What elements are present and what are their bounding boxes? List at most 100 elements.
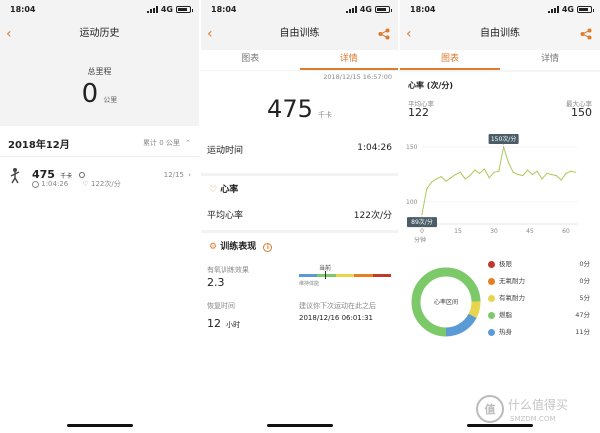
hr-point — [512, 171, 514, 173]
tab-details[interactable]: 详情 — [500, 50, 600, 70]
donut-center-label: 心率区间 — [434, 298, 458, 306]
scale-marker — [325, 271, 326, 279]
hr-point — [426, 188, 428, 190]
workout-timestamp: 2018/12/15 16:57:00 — [323, 73, 392, 81]
hr-point — [541, 178, 543, 180]
month-total[interactable]: 累计 0 公里 ⌃ — [143, 138, 191, 148]
hr-point — [527, 169, 529, 171]
peak-callout-label: 150次/分 — [491, 135, 516, 143]
tab-details[interactable]: 详情 — [299, 50, 398, 70]
zone-color-dot — [488, 260, 495, 268]
zone-name: 燃脂 — [499, 311, 512, 319]
back-icon[interactable]: ‹ — [207, 22, 213, 46]
hr-point — [536, 170, 538, 172]
record-row[interactable]: 475 千卡 1:04:26 ♡ 122次/分 12/15 › — [0, 156, 199, 200]
tab-chart[interactable]: 图表 — [400, 50, 500, 70]
clock-icon — [32, 180, 39, 188]
watch-icon — [79, 172, 86, 178]
recovery-label: 恢复时间 — [207, 302, 235, 310]
hr-point — [507, 161, 509, 163]
hr-point — [565, 172, 567, 174]
zone-row: 有氧耐力 5分 — [488, 292, 590, 309]
hr-point — [570, 170, 572, 172]
avg-hr-value: 122次/分 — [353, 211, 392, 221]
aerobic-scale: 当前 维持体能 — [299, 263, 392, 287]
back-icon[interactable]: ‹ — [406, 22, 412, 46]
share-icon[interactable] — [580, 28, 592, 40]
duration-value: 1:04:26 — [357, 143, 392, 153]
back-icon[interactable]: ‹ — [6, 22, 12, 46]
zone-color-dot — [488, 277, 495, 285]
home-indicator — [266, 424, 333, 427]
hr-point — [445, 180, 447, 182]
nav-bar: ‹ 自由训练 — [400, 22, 600, 46]
heart-rate-chart: 150 100 0 15 30 45 60 150次/分 89次/分 — [406, 134, 578, 235]
page-title: 自由训练 — [279, 28, 320, 39]
aerobic-value: 2.3 — [207, 276, 225, 289]
hr-point — [551, 173, 553, 176]
total-label: 总里程 — [87, 67, 112, 76]
share-icon[interactable] — [378, 28, 390, 40]
clock: 18:04 — [410, 5, 436, 14]
page-title: 运动历史 — [79, 28, 120, 39]
recovery-unit: 小时 — [226, 321, 241, 329]
hr-point — [431, 181, 433, 183]
total-unit: 公里 — [103, 96, 118, 104]
heart-rate-icon: ♡ — [209, 185, 218, 195]
nav-bar: ‹ 自由训练 — [201, 22, 398, 46]
summary-card: 2018/12/15 16:57:00 475 千卡 运动时间 1:04:26 — [201, 71, 398, 173]
zone-name: 有氧耐力 — [499, 294, 525, 302]
battery-icon — [176, 6, 193, 13]
detail-screen: 18:04 4G ‹ 自由训练 图表 详情 2018/12/15 16:57:0… — [201, 0, 398, 433]
signal-icon — [146, 6, 158, 13]
hr-point — [464, 178, 466, 180]
running-icon — [10, 168, 20, 184]
x-tick-label: 60 — [562, 228, 570, 235]
y-tick-label: 150 — [406, 144, 418, 151]
zone-minutes: 0分 — [579, 277, 590, 285]
battery-icon — [375, 6, 392, 13]
calories-unit: 千卡 — [317, 111, 332, 119]
x-tick-label: 0 — [420, 228, 424, 235]
record-duration: 1:04:26 — [41, 180, 69, 188]
hr-point — [531, 173, 533, 176]
hr-point — [483, 168, 485, 170]
watermark-logo: 值 什么值得买 SMZDM.COM — [476, 395, 568, 423]
tab-chart[interactable]: 图表 — [201, 50, 300, 70]
hr-point — [459, 171, 461, 173]
total-distance: 总里程 0 公里 — [0, 66, 199, 109]
max-hr-value: 150 — [571, 106, 592, 119]
chevron-right-icon: › — [188, 171, 191, 179]
avg-hr-value: 122 — [408, 106, 429, 119]
total-value: 0 — [81, 79, 99, 109]
history-screen: 18:04 4G ‹ 运动历史 总里程 0 公里 2018年12月 累计 0 公… — [0, 0, 199, 433]
avg-hr-row: 平均心率 122次/分 — [207, 208, 392, 221]
hr-point — [469, 175, 471, 177]
hr-point — [455, 173, 457, 176]
low-callout-label: 89次/分 — [411, 218, 433, 226]
hr-point — [479, 172, 481, 174]
hr-point — [493, 171, 495, 173]
chevron-up-icon: ⌃ — [185, 139, 191, 147]
battery-icon — [577, 6, 594, 13]
hr-point — [435, 178, 437, 180]
clock: 18:04 — [211, 5, 237, 14]
signal-icon — [547, 6, 559, 13]
zone-name: 无氧耐力 — [499, 277, 525, 285]
hr-point — [575, 171, 577, 173]
hr-zone-legend: 极限 0分 无氧耐力 0分 有氧耐力 5分 燃脂 47分 热身 11分 — [488, 258, 590, 343]
y-tick-label: 100 — [406, 199, 418, 206]
status-bar: 18:04 4G — [201, 0, 398, 18]
zone-minutes: 0分 — [579, 260, 590, 268]
hr-point — [546, 172, 548, 174]
next-workout-label: 建议你下次运动在此之后 — [299, 302, 376, 310]
info-icon[interactable]: i — [263, 243, 273, 252]
network-type: 4G — [160, 5, 173, 14]
hr-chart-title: 心率 (次/分) — [408, 81, 454, 90]
zone-color-dot — [488, 294, 495, 302]
performance-card: ⚙ 训练表现 i 有氧训练效果 2.3 当前 维持体能 恢复时间 12 小时 建… — [201, 233, 398, 433]
duration-row: 运动时间 1:04:26 — [207, 143, 392, 163]
calories-value: 475 — [267, 95, 313, 123]
avg-hr-label: 平均心率 — [207, 211, 244, 221]
hr-point — [555, 175, 557, 177]
